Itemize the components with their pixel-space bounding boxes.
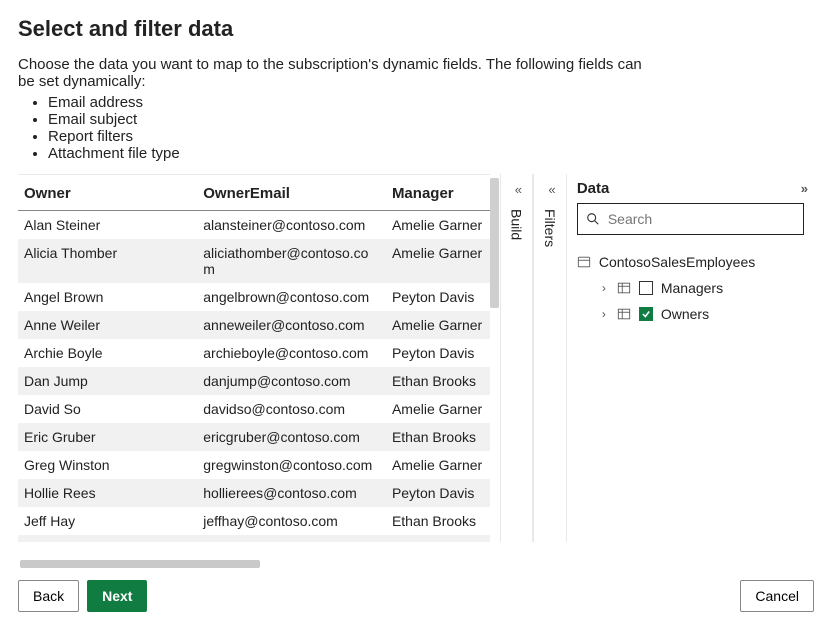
vertical-scrollbar[interactable] xyxy=(490,174,500,542)
data-panel: Data » ContosoSalesEmployees › Managers › O… xyxy=(567,174,814,542)
cell: Peyton Davis xyxy=(386,339,490,367)
cell: Ethan Brooks xyxy=(386,367,490,395)
cell: archieboyle@contoso.com xyxy=(197,339,386,367)
table-icon xyxy=(617,281,631,295)
data-grid[interactable]: Owner OwnerEmail Manager Alan Steinerala… xyxy=(18,174,490,542)
search-input-wrap[interactable] xyxy=(577,203,804,235)
dataset-icon xyxy=(577,255,591,269)
expand-icon[interactable]: › xyxy=(599,281,609,295)
table-node[interactable]: › Owners xyxy=(577,301,804,327)
table-label: Owners xyxy=(661,306,709,322)
cell: Angel Brown xyxy=(18,283,197,311)
table-row[interactable]: Archie Boylearchieboyle@contoso.comPeyto… xyxy=(18,339,490,367)
list-item: Email subject xyxy=(48,111,814,128)
cell: Jeff Hay xyxy=(18,507,197,535)
table-row[interactable]: Alan Steineralansteiner@contoso.comAmeli… xyxy=(18,211,490,240)
cell: Archie Boyle xyxy=(18,339,197,367)
cell: anneweiler@contoso.com xyxy=(197,311,386,339)
search-icon xyxy=(586,212,600,226)
next-button[interactable]: Next xyxy=(87,580,147,612)
cell: jenniferwilkins@contoso.com xyxy=(197,535,386,542)
rail-label-filters: Filters xyxy=(542,209,558,247)
cell: jeffhay@contoso.com xyxy=(197,507,386,535)
cell: Peyton Davis xyxy=(386,535,490,542)
table-icon xyxy=(617,307,631,321)
dynamic-fields-list: Email address Email subject Report filte… xyxy=(48,94,814,162)
table-row[interactable]: Alicia Thomberaliciathomber@contoso.comA… xyxy=(18,239,490,283)
build-rail[interactable]: « Build xyxy=(500,174,534,542)
checkbox[interactable] xyxy=(639,307,653,321)
cell: Hollie Rees xyxy=(18,479,197,507)
cell: aliciathomber@contoso.com xyxy=(197,239,386,283)
list-item: Report filters xyxy=(48,128,814,145)
dataset-label: ContosoSalesEmployees xyxy=(599,254,755,270)
chevron-left-icon: « xyxy=(548,182,551,197)
cell: Amelie Garner xyxy=(386,239,490,283)
column-header-owneremail[interactable]: OwnerEmail xyxy=(197,175,386,211)
dataset-node[interactable]: ContosoSalesEmployees xyxy=(577,249,804,275)
cell: angelbrown@contoso.com xyxy=(197,283,386,311)
cell: Amelie Garner xyxy=(386,211,490,240)
cell: Anne Weiler xyxy=(18,311,197,339)
search-input[interactable] xyxy=(606,210,795,228)
table-row[interactable]: Jennifer Wilkinsjenniferwilkins@contoso.… xyxy=(18,535,490,542)
page-title: Select and filter data xyxy=(18,16,814,42)
table-row[interactable]: Anne Weileranneweiler@contoso.comAmelie … xyxy=(18,311,490,339)
list-item: Attachment file type xyxy=(48,145,814,162)
table-row[interactable]: Dan Jumpdanjump@contoso.comEthan Brooks xyxy=(18,367,490,395)
data-panel-title: Data xyxy=(577,180,610,197)
cell: Peyton Davis xyxy=(386,479,490,507)
table-row[interactable]: Angel Brownangelbrown@contoso.comPeyton … xyxy=(18,283,490,311)
table-row[interactable]: Hollie Reeshollierees@contoso.comPeyton … xyxy=(18,479,490,507)
cell: Peyton Davis xyxy=(386,283,490,311)
cell: David So xyxy=(18,395,197,423)
chevron-left-icon: « xyxy=(515,182,518,197)
cell: Ethan Brooks xyxy=(386,423,490,451)
table-row[interactable]: Eric Gruberericgruber@contoso.comEthan B… xyxy=(18,423,490,451)
rail-label-build: Build xyxy=(508,209,524,240)
table-label: Managers xyxy=(661,280,723,296)
cell: Eric Gruber xyxy=(18,423,197,451)
intro-text: Choose the data you want to map to the s… xyxy=(18,56,658,90)
cell: Alan Steiner xyxy=(18,211,197,240)
cell: Dan Jump xyxy=(18,367,197,395)
list-item: Email address xyxy=(48,94,814,111)
cell: Amelie Garner xyxy=(386,395,490,423)
cell: Ethan Brooks xyxy=(386,507,490,535)
cell: ericgruber@contoso.com xyxy=(197,423,386,451)
column-header-owner[interactable]: Owner xyxy=(18,175,197,211)
column-header-manager[interactable]: Manager xyxy=(386,175,490,211)
cell: davidso@contoso.com xyxy=(197,395,386,423)
cell: hollierees@contoso.com xyxy=(197,479,386,507)
cell: danjump@contoso.com xyxy=(197,367,386,395)
table-row[interactable]: Jeff Hayjeffhay@contoso.comEthan Brooks xyxy=(18,507,490,535)
cell: Alicia Thomber xyxy=(18,239,197,283)
cancel-button[interactable]: Cancel xyxy=(740,580,814,612)
checkbox[interactable] xyxy=(639,281,653,295)
cell: Amelie Garner xyxy=(386,451,490,479)
cell: Greg Winston xyxy=(18,451,197,479)
expand-icon[interactable]: › xyxy=(599,307,609,321)
filters-rail[interactable]: « Filters xyxy=(533,174,567,542)
cell: alansteiner@contoso.com xyxy=(197,211,386,240)
cell: Amelie Garner xyxy=(386,311,490,339)
table-row[interactable]: David Sodavidso@contoso.comAmelie Garner xyxy=(18,395,490,423)
cell: Jennifer Wilkins xyxy=(18,535,197,542)
table-node[interactable]: › Managers xyxy=(577,275,804,301)
cell: gregwinston@contoso.com xyxy=(197,451,386,479)
horizontal-scrollbar[interactable] xyxy=(20,560,260,568)
chevron-right-icon[interactable]: » xyxy=(801,181,804,196)
table-row[interactable]: Greg Winstongregwinston@contoso.comAmeli… xyxy=(18,451,490,479)
back-button[interactable]: Back xyxy=(18,580,79,612)
